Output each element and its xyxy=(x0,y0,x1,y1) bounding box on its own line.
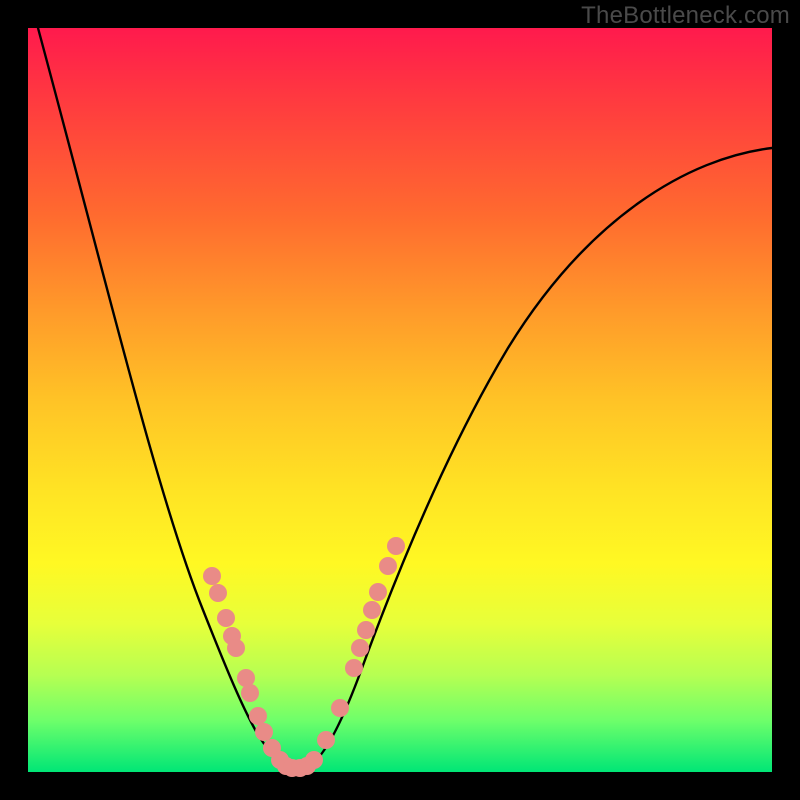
curve-marker xyxy=(345,659,363,677)
curve-layer xyxy=(28,28,772,772)
curve-markers xyxy=(203,537,405,777)
curve-marker xyxy=(331,699,349,717)
bottleneck-curve xyxy=(38,28,772,768)
curve-marker xyxy=(255,723,273,741)
curve-marker xyxy=(217,609,235,627)
curve-marker xyxy=(357,621,375,639)
curve-marker xyxy=(317,731,335,749)
curve-marker xyxy=(241,684,259,702)
curve-marker xyxy=(203,567,221,585)
curve-marker xyxy=(227,639,245,657)
curve-marker xyxy=(369,583,387,601)
curve-marker xyxy=(209,584,227,602)
curve-marker xyxy=(249,707,267,725)
watermark-text: TheBottleneck.com xyxy=(581,2,790,30)
curve-marker xyxy=(387,537,405,555)
chart-frame: TheBottleneck.com xyxy=(0,0,800,800)
curve-marker xyxy=(363,601,381,619)
curve-marker xyxy=(351,639,369,657)
curve-marker xyxy=(305,751,323,769)
curve-marker xyxy=(379,557,397,575)
